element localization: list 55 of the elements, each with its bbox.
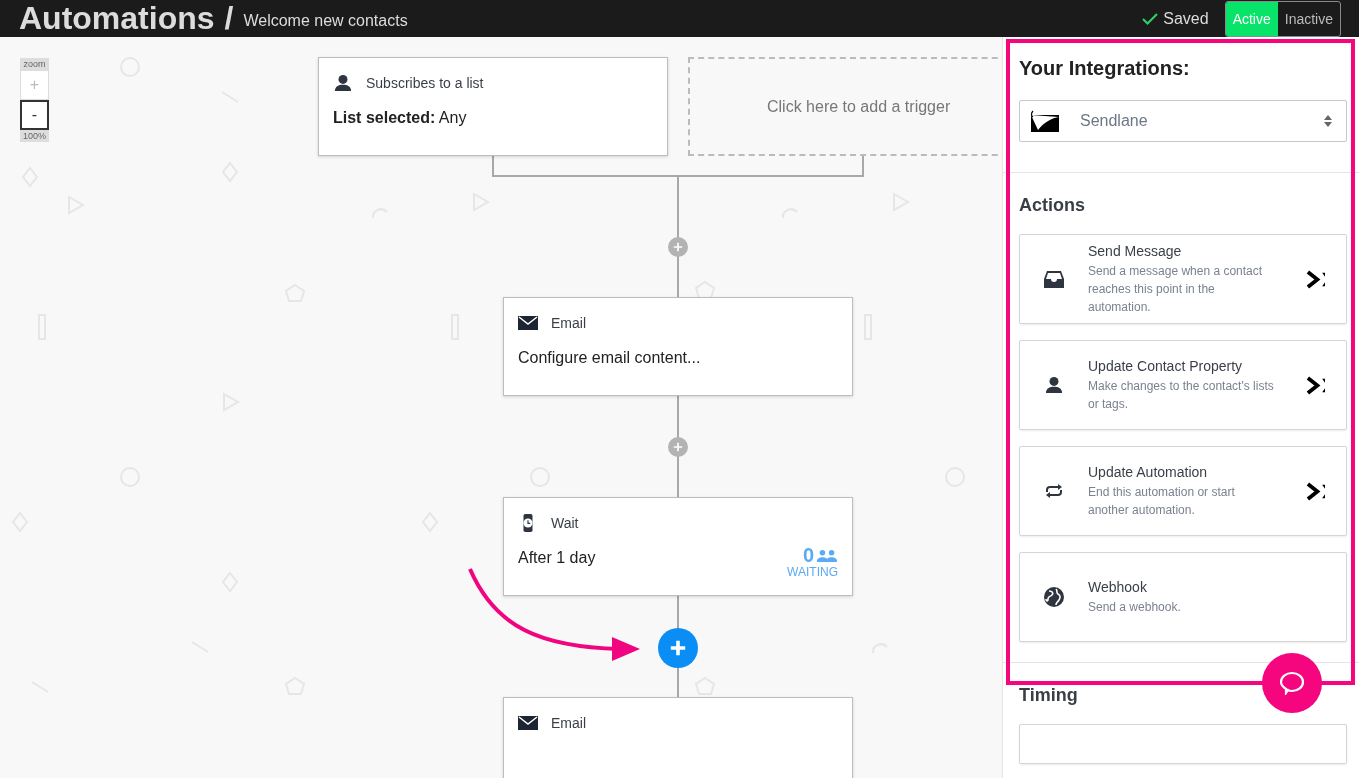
action-card[interactable]: Send Message Send a message when a contact reaches this point in the automation. (1019, 234, 1347, 324)
trigger-card[interactable]: Subscribes to a list List selected: Any (318, 57, 668, 156)
inbox-icon (1044, 270, 1064, 288)
action-description: Send a webhook. (1088, 598, 1182, 616)
step-title: Email (551, 315, 586, 331)
plus-icon (671, 240, 685, 254)
step-detail: After 1 day (518, 549, 596, 567)
globe-icon (1044, 587, 1064, 607)
integration-select[interactable]: Sendlane (1019, 100, 1347, 142)
automation-name: Welcome new contacts (243, 11, 408, 30)
add-step-button[interactable] (668, 437, 688, 457)
waiting-count: 0 (802, 545, 814, 565)
person-icon (333, 74, 353, 92)
envelope-icon (518, 714, 538, 732)
people-icon (816, 548, 838, 562)
actions-heading: Actions (1019, 195, 1086, 216)
status-option[interactable]: Inactive (1277, 1, 1340, 36)
trigger-detail: List selected: Any (333, 109, 468, 127)
action-description: End this automation or start another automation. (1088, 483, 1236, 519)
person-icon (1045, 376, 1063, 394)
action-title: Webhook (1088, 578, 1148, 595)
zoom-label: zoom (22, 58, 47, 70)
timing-card[interactable] (1019, 724, 1347, 764)
plus-icon (671, 440, 685, 454)
action-card[interactable]: Update Automation End this automation or start another automation. (1019, 446, 1347, 536)
chat-bubble-icon (1279, 671, 1305, 695)
add-step-button[interactable] (668, 237, 688, 257)
sync-icon (1044, 483, 1064, 499)
email-card[interactable]: Email (503, 697, 853, 778)
action-description: Make changes to the contact's lists or tags. (1088, 377, 1275, 413)
trigger-title: Subscribes to a list (366, 75, 484, 91)
email-card[interactable]: Email Configure email content... (503, 297, 853, 396)
envelope-logo-icon (1030, 110, 1060, 132)
step-detail: Configure email content... (518, 349, 701, 367)
step-title: Email (551, 715, 586, 731)
action-title: Update Contact Property (1088, 357, 1244, 374)
breadcrumb-separator: / (224, 0, 234, 37)
checkmark-icon (1142, 12, 1159, 25)
action-card[interactable]: Webhook Send a webhook. (1019, 552, 1347, 642)
page-title: Automations (19, 0, 215, 37)
integrations-heading: Your Integrations: (1019, 57, 1191, 80)
action-card[interactable]: Update Contact Property Make changes to the contact's lists or tags. (1019, 340, 1347, 430)
step-title: Wait (551, 515, 579, 531)
wait-card[interactable]: Wait After 1 day 0 WAITING (503, 497, 853, 596)
sort-caret-icon (1324, 115, 1332, 127)
envelope-icon (518, 314, 538, 332)
action-description: Send a message when a contact reaches this point in the automation. (1088, 262, 1264, 316)
action-title: Update Automation (1088, 463, 1209, 480)
zoom-level: 100% (22, 130, 47, 142)
waiting-label: WAITING (787, 565, 838, 579)
add-step-button[interactable] (658, 628, 698, 668)
timing-heading: Timing (1019, 685, 1079, 706)
zoom-out-button[interactable]: - (20, 100, 49, 130)
action-title: Send Message (1088, 242, 1183, 259)
saved-status: Saved (1163, 9, 1209, 28)
